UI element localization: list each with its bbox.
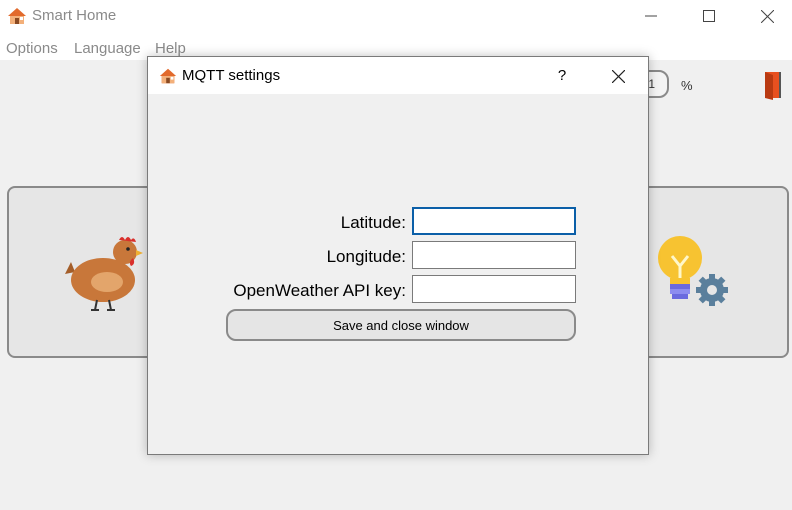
house-icon	[159, 68, 177, 84]
menu-options[interactable]: Options	[6, 40, 58, 57]
api-key-label: OpenWeather API key:	[233, 281, 406, 300]
minimize-button[interactable]	[622, 0, 680, 32]
door-icon[interactable]	[762, 70, 784, 100]
mqtt-settings-dialog: MQTT settings ? Latitude: Longitude: Ope…	[147, 56, 649, 455]
menu-help[interactable]: Help	[155, 40, 186, 57]
dialog-help-button[interactable]: ?	[542, 61, 582, 91]
house-icon	[8, 8, 26, 24]
latitude-input[interactable]	[412, 207, 576, 235]
menu-language[interactable]: Language	[74, 40, 141, 57]
light-settings-panel-button[interactable]	[628, 186, 789, 358]
save-and-close-button[interactable]: Save and close window	[226, 309, 576, 341]
dialog-title-bar: MQTT settings ?	[148, 57, 648, 94]
app-title: Smart Home	[32, 7, 117, 24]
api-key-input[interactable]	[412, 275, 576, 303]
close-icon	[760, 9, 774, 23]
minimize-icon	[645, 15, 657, 17]
longitude-label: Longitude:	[326, 247, 406, 266]
maximize-icon	[703, 10, 715, 22]
chicken-panel-button[interactable]	[7, 186, 167, 358]
main-title-bar: Smart Home	[0, 0, 792, 34]
dialog-title: MQTT settings	[182, 67, 281, 84]
maximize-button[interactable]	[680, 0, 738, 32]
chicken-icon	[65, 237, 143, 311]
close-icon	[611, 69, 625, 83]
window-close-button[interactable]	[738, 0, 792, 32]
latitude-label: Latitude:	[340, 213, 406, 232]
lightbulb-gear-icon	[658, 236, 728, 306]
percent-label: %	[681, 78, 693, 93]
longitude-input[interactable]	[412, 241, 576, 269]
dialog-close-button[interactable]	[596, 61, 640, 91]
